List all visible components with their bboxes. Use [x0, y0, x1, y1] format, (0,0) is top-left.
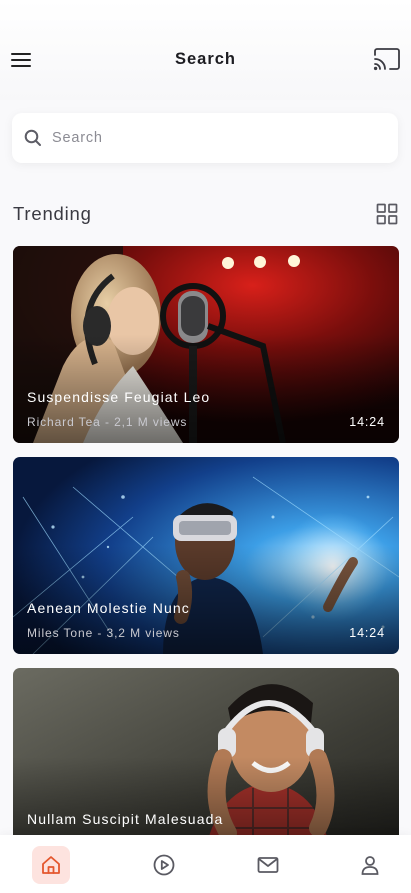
video-meta: Miles Tone - 3,2 M views — [27, 626, 180, 640]
video-title: Nullam Suscipit Malesuada — [27, 811, 224, 827]
top-app-bar: Search — [0, 0, 411, 100]
home-icon — [42, 856, 60, 874]
page-title: Search — [174, 50, 237, 68]
trending-heading: Trending — [13, 203, 92, 224]
search-icon — [24, 129, 41, 146]
grid-view-icon — [376, 203, 398, 225]
cast-icon — [373, 48, 400, 71]
cast-button[interactable] — [372, 46, 402, 74]
video-title: Suspendisse Feugiat Leo — [27, 389, 211, 405]
video-card[interactable]: Aenean Molestie Nunc Miles Tone - 3,2 M … — [13, 457, 399, 654]
video-meta: Richard Tea - 2,1 M views — [27, 415, 188, 429]
video-card[interactable]: Suspendisse Feugiat Leo Richard Tea - 2,… — [13, 246, 399, 443]
search-bar[interactable] — [12, 113, 398, 163]
video-title: Aenean Molestie Nunc — [27, 600, 190, 616]
app-screen: Search Trending — [0, 0, 411, 893]
video-duration: 14:24 — [349, 626, 385, 640]
mail-icon — [257, 857, 279, 873]
search-input[interactable] — [52, 125, 382, 151]
nav-messages[interactable] — [249, 846, 287, 884]
grid-view-button[interactable] — [376, 203, 398, 225]
nav-profile[interactable] — [351, 846, 389, 884]
nav-home[interactable] — [32, 846, 70, 884]
bottom-navigation — [0, 835, 411, 893]
play-circle-icon — [153, 854, 175, 876]
user-icon — [361, 856, 379, 875]
video-duration: 14:24 — [349, 415, 385, 429]
nav-play[interactable] — [145, 846, 183, 884]
